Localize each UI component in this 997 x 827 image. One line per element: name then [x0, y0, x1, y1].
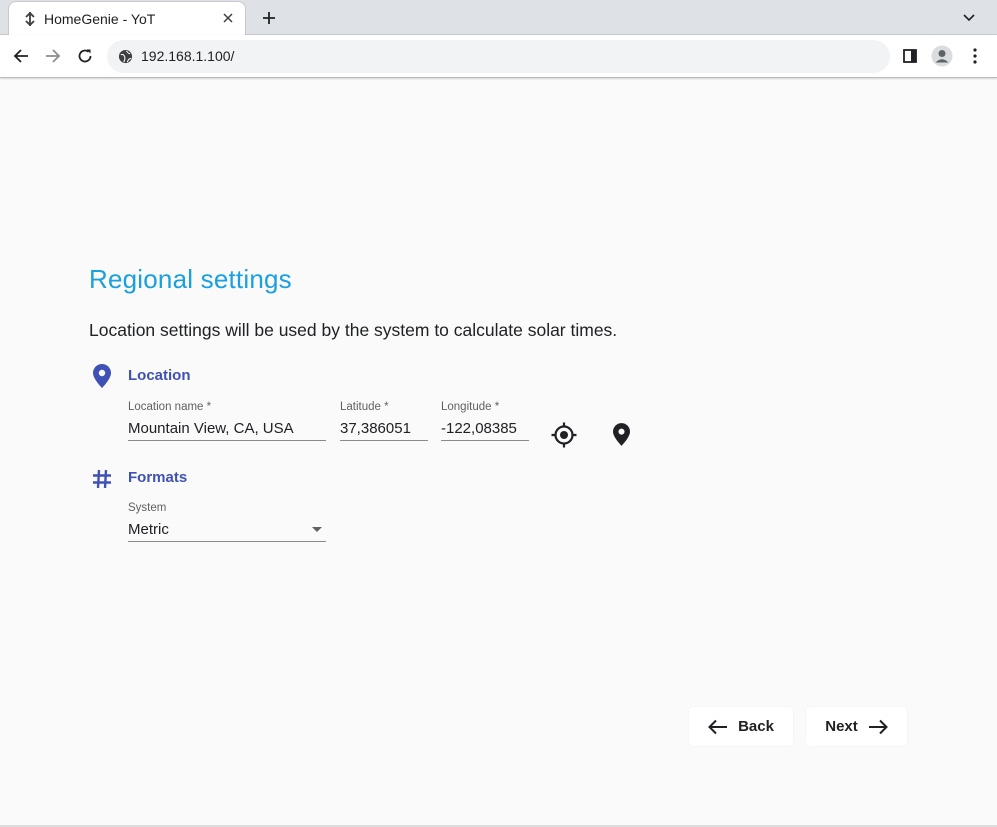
side-panel-icon[interactable] [898, 44, 922, 68]
longitude-label: Longitude * [441, 401, 500, 413]
arrow-right-icon [868, 719, 888, 735]
dropdown-arrow-icon[interactable] [312, 527, 322, 532]
more-vert-icon[interactable] [963, 44, 987, 68]
location-name-field[interactable]: Location name * Mountain View, CA, USA [128, 401, 326, 441]
new-tab-plus-icon[interactable] [258, 7, 280, 29]
longitude-field[interactable]: Longitude * -122,08385 [441, 401, 529, 441]
page-description: Location settings will be used by the sy… [89, 320, 618, 340]
location-name-input[interactable]: Mountain View, CA, USA [128, 417, 326, 441]
profile-avatar-icon[interactable] [930, 44, 954, 68]
latitude-field[interactable]: Latitude * 37,386051 [340, 401, 428, 441]
back-arrow-icon[interactable] [9, 44, 33, 68]
back-button[interactable]: Back [689, 707, 793, 746]
browser-tab[interactable]: HomeGenie - YoT [8, 1, 246, 35]
forward-arrow-icon[interactable] [41, 44, 65, 68]
page-title: Regional settings [89, 264, 292, 294]
my-location-icon[interactable] [548, 419, 580, 451]
system-value[interactable]: Metric [128, 518, 326, 542]
longitude-input[interactable]: -122,08385 [441, 417, 529, 441]
browser-toolbar: 192.168.1.100/ [0, 35, 997, 78]
homegenie-favicon-icon [23, 11, 37, 27]
hash-icon [90, 467, 114, 491]
next-button-label: Next [825, 718, 858, 735]
next-button[interactable]: Next [806, 707, 907, 746]
tab-title: HomeGenie - YoT [44, 11, 156, 27]
location-name-label: Location name * [128, 401, 212, 413]
system-select[interactable]: System Metric [128, 502, 326, 542]
back-button-label: Back [738, 718, 774, 735]
location-pin-icon [90, 364, 114, 388]
browser-tabstrip: HomeGenie - YoT [0, 0, 997, 35]
arrow-left-icon [708, 719, 728, 735]
formats-section-label: Formats [128, 469, 188, 486]
latitude-input[interactable]: 37,386051 [340, 417, 428, 441]
latitude-label: Latitude * [340, 401, 389, 413]
reload-icon[interactable] [73, 44, 97, 68]
location-section-label: Location [128, 367, 191, 384]
url-text: 192.168.1.100/ [141, 48, 235, 64]
chevron-down-icon[interactable] [958, 7, 980, 29]
globe-icon[interactable] [118, 49, 133, 64]
address-bar[interactable]: 192.168.1.100/ [107, 40, 890, 73]
close-icon[interactable] [219, 9, 237, 27]
system-label: System [128, 502, 167, 514]
map-pin-icon[interactable] [605, 418, 637, 450]
